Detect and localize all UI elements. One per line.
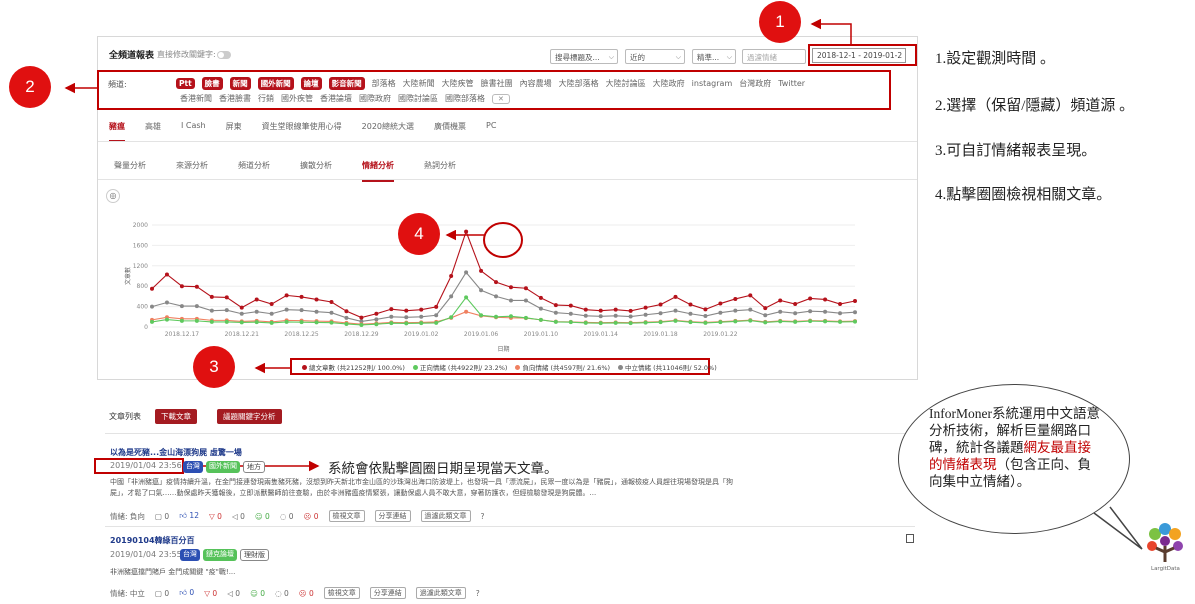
sad-icon: ☹ xyxy=(303,511,314,521)
largitdata-logo xyxy=(1147,523,1183,562)
bubble-tail xyxy=(1093,506,1143,550)
reply-count: ▢ 0 xyxy=(154,588,170,598)
tag-badge: 台灣 xyxy=(180,549,200,561)
thumb-up-icon: 👍︎ xyxy=(179,511,190,520)
filter-similar-button[interactable]: 過濾此類文章 xyxy=(420,510,471,522)
comment-icon: ▢ xyxy=(154,588,165,598)
dislike-count: ▽ 0 xyxy=(204,588,218,598)
help-icon[interactable]: ? xyxy=(481,512,485,521)
view-article-button[interactable]: 檢視文章 xyxy=(328,510,365,522)
download-articles-button[interactable]: 下載文章 xyxy=(155,409,197,424)
like-count: 👍︎ 0 xyxy=(179,588,195,597)
view-article-button[interactable]: 檢視文章 xyxy=(323,587,360,599)
smile-icon: ☺ xyxy=(254,511,266,521)
article-tags: 台灣 國外新聞 地方 xyxy=(183,461,265,473)
smile-icon: ☺ xyxy=(250,588,261,598)
note-2: 2.選擇（保留/隱藏）頻道源 。 xyxy=(935,98,1135,114)
divider xyxy=(105,433,915,434)
positive-count: ☺ 0 xyxy=(254,511,270,521)
positive-count: ☺ 0 xyxy=(250,588,266,598)
topic-keyword-analysis-button[interactable]: 議題關鍵字分析 xyxy=(217,409,282,424)
note-3: 3.可自訂情緒報表呈現。 xyxy=(935,143,1097,159)
sad-icon: ☹ xyxy=(298,588,309,598)
filter-similar-button[interactable]: 過濾此類文章 xyxy=(415,587,466,599)
like-count: 👍︎ 12 xyxy=(179,511,199,520)
date-note: 系統會依點擊圓圈日期呈現當天文章。 xyxy=(328,461,558,476)
tag-badge: 鏈克論壇 xyxy=(203,549,237,561)
neutral-count: ◌ 0 xyxy=(279,511,294,521)
tag-badge: 國外新聞 xyxy=(206,461,240,473)
article-stats: 情緒: 負向 ▢ 0 👍︎ 12 ▽ 0 ◁ 0 ☺ 0 ◌ 0 ☹ 0 檢視文… xyxy=(110,510,485,522)
open-article-icon[interactable] xyxy=(906,534,914,543)
tag-badge: 地方 xyxy=(243,461,265,473)
article-title[interactable]: 以為是死豬...金山海漂狗屍 虛驚一場 xyxy=(110,447,242,458)
thumb-up-icon: 👍︎ xyxy=(179,588,190,597)
arrow-1 xyxy=(810,18,852,44)
negative-count: ☹ 0 xyxy=(303,511,319,521)
share-link-button[interactable]: 分享連結 xyxy=(374,510,411,522)
emotion-label: 情緒: 中立 xyxy=(110,588,145,598)
article-list-label: 文章列表 xyxy=(109,412,141,421)
speech-bubble: InforMoner系統運用中文語意分析技術，解析巨量網路口碑，統計各議題網友最… xyxy=(898,384,1130,534)
share-count: ◁ 0 xyxy=(227,588,241,598)
article-date: 2019/01/04 23:55 xyxy=(110,550,182,559)
article-snippet: 非洲豬瘟擋門賭戶 金門成關鍵 "疫"戰!... xyxy=(110,568,236,576)
emotion-label: 情緒: 負向 xyxy=(110,511,145,521)
neutral-face-icon: ◌ xyxy=(275,588,284,598)
article-snippet: 中國「非洲豬瘟」疫情持續升溫，在金門接連發現兩隻豬死豬，沒想到昨天新北市金山區的… xyxy=(110,478,733,497)
share-icon: ◁ xyxy=(231,511,241,521)
tag-badge: 台灣 xyxy=(183,461,203,473)
note-4: 4.點擊圈圈檢視相關文章。 xyxy=(935,187,1112,203)
peak-highlight-circle xyxy=(483,222,523,258)
share-count: ◁ 0 xyxy=(231,511,245,521)
dislike-count: ▽ 0 xyxy=(208,511,222,521)
help-icon[interactable]: ? xyxy=(476,589,480,598)
share-link-button[interactable]: 分享連結 xyxy=(369,587,406,599)
article-date: 2019/01/04 23:56 xyxy=(110,461,182,470)
note-1: 1.設定觀測時間 。 xyxy=(935,51,1056,67)
divider xyxy=(105,526,915,527)
negative-count: ☹ 0 xyxy=(298,588,314,598)
neutral-face-icon: ◌ xyxy=(279,511,289,521)
tag-badge: 理財版 xyxy=(240,549,269,561)
comment-icon: ▢ xyxy=(154,511,165,521)
thumb-down-icon: ▽ xyxy=(208,511,218,521)
reply-count: ▢ 0 xyxy=(154,511,170,521)
article-tags: 台灣 鏈克論壇 理財版 xyxy=(180,549,269,561)
article-stats: 情緒: 中立 ▢ 0 👍︎ 0 ▽ 0 ◁ 0 ☺ 0 ◌ 0 ☹ 0 檢視文章… xyxy=(110,587,480,599)
logo-text: LargitData xyxy=(1151,566,1180,572)
neutral-count: ◌ 0 xyxy=(275,588,289,598)
article-title[interactable]: 20190104韓綠百分百 xyxy=(110,535,195,546)
